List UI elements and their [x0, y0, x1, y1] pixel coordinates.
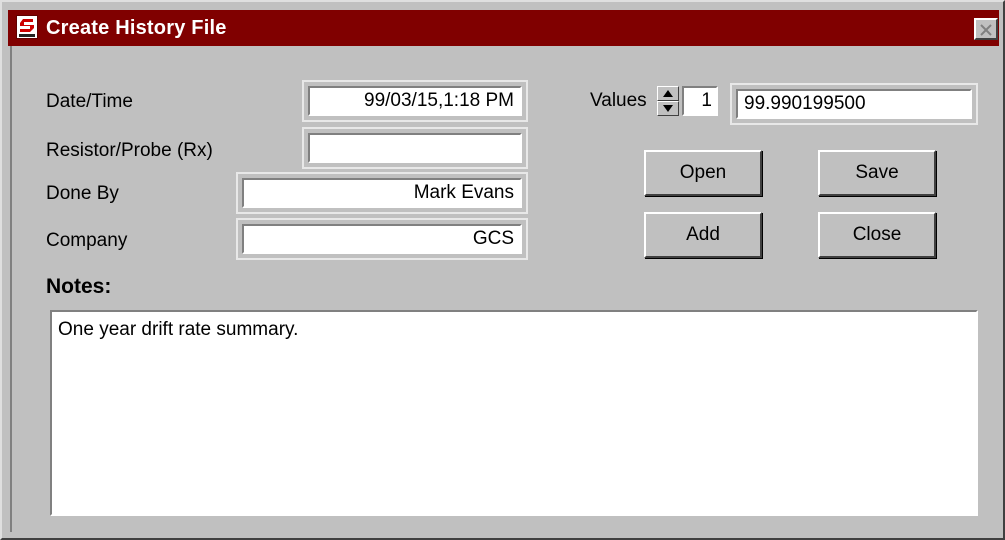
done-by-field[interactable]: Mark Evans [242, 178, 522, 208]
resistor-probe-field[interactable] [308, 133, 522, 163]
window-title: Create History File [46, 17, 227, 39]
window-inner-border [10, 46, 12, 532]
triangle-up-icon [663, 90, 673, 97]
add-button[interactable]: Add [644, 212, 762, 258]
notes-label: Notes: [46, 275, 112, 298]
values-label: Values [590, 90, 647, 111]
date-time-field[interactable]: 99/03/15,1:18 PM [308, 86, 522, 116]
spinner-up-button[interactable] [657, 86, 679, 101]
done-by-label: Done By [46, 183, 119, 204]
values-value-field[interactable]: 99.990199500 [736, 89, 972, 119]
title-bar[interactable]: Create History File [8, 10, 999, 46]
app-logo-icon [16, 15, 38, 39]
save-button[interactable]: Save [818, 150, 936, 196]
close-window-button[interactable] [974, 18, 998, 40]
values-spinner[interactable] [657, 86, 679, 116]
spinner-down-button[interactable] [657, 101, 679, 116]
date-time-label: Date/Time [46, 91, 133, 112]
company-label: Company [46, 230, 128, 251]
open-button[interactable]: Open [644, 150, 762, 196]
values-index-field[interactable]: 1 [682, 86, 718, 116]
resistor-probe-label: Resistor/Probe (Rx) [46, 140, 213, 161]
close-icon [980, 24, 992, 36]
notes-textarea[interactable]: One year drift rate summary. [50, 310, 978, 516]
create-history-file-window: Create History File Date/Time Resistor/P… [0, 0, 1005, 540]
company-field[interactable]: GCS [242, 224, 522, 254]
close-button[interactable]: Close [818, 212, 936, 258]
triangle-down-icon [663, 105, 673, 112]
